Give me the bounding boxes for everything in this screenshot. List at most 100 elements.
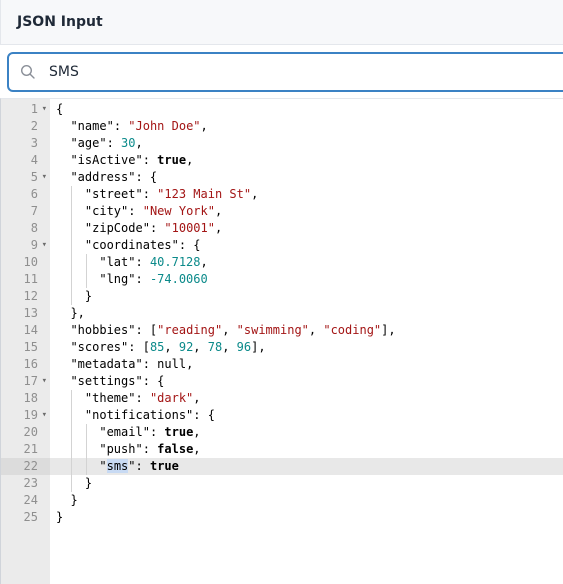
line-number: 20	[23, 425, 38, 439]
json-key: "lng"	[99, 272, 136, 286]
json-key: "age"	[70, 136, 107, 150]
json-key: "notifications"	[84, 408, 194, 422]
json-boolean: true	[164, 425, 194, 439]
line-number: 15	[23, 340, 38, 354]
json-number: -74.0060	[149, 272, 208, 286]
json-key-quote: "	[128, 459, 136, 473]
json-null: null	[157, 357, 187, 371]
line-number: 13	[23, 306, 38, 320]
code-line: 11 "lng": -74.0060	[23, 271, 208, 288]
json-string: "coding"	[323, 323, 382, 337]
json-key: "scores"	[70, 340, 129, 354]
line-number: 17	[23, 374, 38, 388]
code-line: 17 ▾ "settings": {	[23, 373, 165, 390]
json-string: "swimming"	[236, 323, 309, 337]
code-line: 8 "zipCode": "10001",	[30, 220, 223, 237]
search-icon	[20, 64, 35, 79]
json-key: "name"	[70, 119, 114, 133]
line-number: 21	[23, 442, 38, 456]
line-number: 4	[30, 153, 38, 167]
code-line: 5 ▾ "address": {	[30, 169, 158, 186]
code-line: 1 ▾{	[30, 101, 64, 118]
panel-title: JSON Input	[17, 14, 103, 30]
json-number: 92	[178, 340, 194, 354]
line-number: 2	[30, 119, 38, 133]
line-number: 6	[30, 187, 38, 201]
line-number: 11	[23, 272, 38, 286]
json-key: "city"	[84, 204, 129, 218]
line-number: 12	[23, 289, 38, 303]
search-match-highlight: sms	[106, 459, 129, 473]
line-number: 8	[30, 221, 38, 235]
json-key: "street"	[84, 187, 143, 201]
json-key: "settings"	[70, 374, 143, 388]
fold-chevron-icon[interactable]: ▾	[42, 407, 47, 424]
json-key: "coordinates"	[84, 238, 179, 252]
line-number: 5	[30, 170, 38, 184]
search-box[interactable]	[7, 52, 563, 92]
code-line: 6 "street": "123 Main St",	[30, 186, 259, 203]
json-string: "John Doe"	[128, 119, 201, 133]
code-line: 24 }	[23, 493, 78, 507]
json-key: "theme"	[84, 391, 136, 405]
fold-chevron-icon[interactable]: ▾	[42, 101, 47, 118]
line-number: 22	[23, 459, 38, 473]
json-boolean: false	[157, 442, 194, 456]
line-number: 1	[30, 102, 38, 116]
code-line: 12 }	[23, 288, 93, 305]
code-line: 4 "isActive": true,	[30, 153, 194, 167]
json-string: "123 Main St"	[157, 187, 252, 201]
line-number: 14	[23, 323, 38, 337]
line-number: 9	[30, 238, 38, 252]
json-number: 30	[121, 136, 136, 150]
json-string: "dark"	[149, 391, 194, 405]
code-line: 23 }	[23, 475, 93, 492]
code-line: 7 "city": "New York",	[30, 203, 223, 220]
code-line: 9 ▾ "coordinates": {	[30, 237, 201, 254]
json-boolean: true	[157, 153, 187, 167]
code-line: 20 "email": true,	[23, 424, 201, 441]
line-number: 25	[23, 510, 38, 524]
json-key: "isActive"	[70, 153, 143, 167]
line-number: 7	[30, 204, 38, 218]
code-line: 15 "scores": [85, 92, 78, 96],	[23, 340, 266, 354]
code-line: 16 "metadata": null,	[23, 357, 194, 371]
line-number: 23	[23, 476, 38, 490]
code-editor[interactable]: 1 ▾{ 2 "name": "John Doe", 3 "age": 30, 4…	[0, 98, 563, 584]
json-key: "push"	[99, 442, 143, 456]
json-key: "zipCode"	[84, 221, 150, 235]
code-line: 14 "hobbies": ["reading", "swimming", "c…	[23, 323, 396, 337]
json-number: 40.7128	[149, 255, 201, 269]
json-key-quote: "	[99, 459, 107, 473]
json-key: "hobbies"	[70, 323, 136, 337]
code-line: 18 "theme": "dark",	[23, 390, 201, 407]
code-lines: 1 ▾{ 2 "name": "John Doe", 3 "age": 30, 4…	[1, 101, 563, 526]
line-number: 24	[23, 493, 38, 507]
code-line: 3 "age": 30,	[30, 136, 143, 150]
code-line: 10 "lat": 40.7128,	[23, 254, 208, 271]
code-line: 2 "name": "John Doe",	[30, 119, 208, 133]
panel-header: JSON Input	[0, 0, 563, 45]
code-line: 13 },	[23, 306, 85, 320]
json-key: "address"	[70, 170, 136, 184]
code-line-active: 22 "sms": true	[1, 458, 563, 475]
fold-chevron-icon[interactable]: ▾	[42, 373, 47, 390]
json-number: 78	[207, 340, 223, 354]
fold-chevron-icon[interactable]: ▾	[42, 169, 47, 186]
line-number: 3	[30, 136, 38, 150]
line-number: 10	[23, 255, 38, 269]
code-line: 21 "push": false,	[23, 441, 201, 458]
code-line: 25}	[23, 510, 64, 524]
json-key: "email"	[99, 425, 150, 439]
line-number: 18	[23, 391, 38, 405]
json-string: "New York"	[142, 204, 215, 218]
fold-chevron-icon[interactable]: ▾	[42, 237, 47, 254]
json-string: "10001"	[164, 221, 215, 235]
json-number: 96	[236, 340, 252, 354]
json-key: "lat"	[99, 255, 136, 269]
line-number: 19	[23, 408, 38, 422]
search-input[interactable]	[49, 60, 549, 84]
json-key: "metadata"	[70, 357, 143, 371]
json-string: "reading"	[157, 323, 223, 337]
json-number: 85	[149, 340, 165, 354]
